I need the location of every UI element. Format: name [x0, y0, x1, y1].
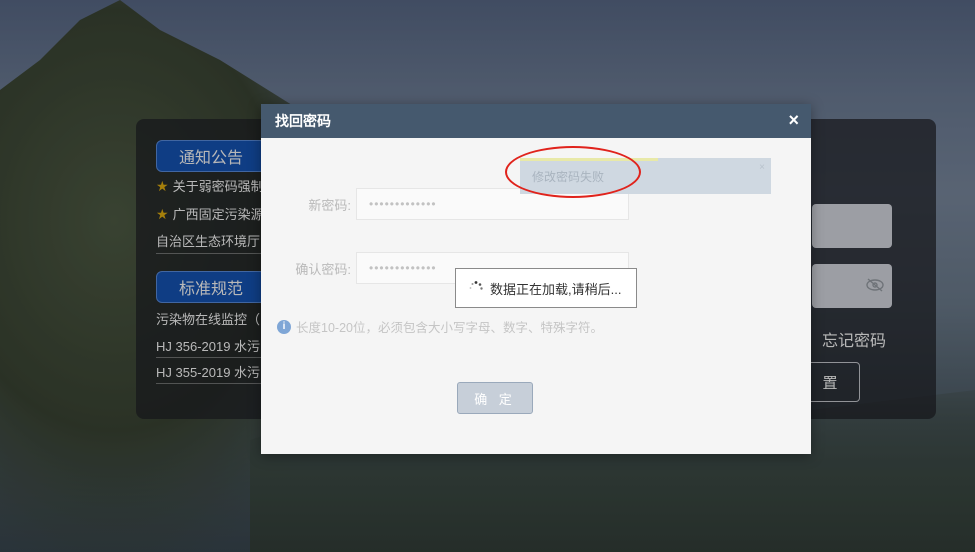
dialog-title: 找回密码 — [275, 113, 331, 129]
spinner-icon — [469, 281, 483, 290]
loading-message: 数据正在加载,请稍后... — [490, 281, 622, 297]
loading-indicator: 数据正在加载,请稍后... — [455, 268, 637, 308]
password-hint: i 长度10-20位，必须包含大小写字母、数字、特殊字符。 — [277, 317, 603, 336]
confirm-password-label: 确认密码: — [295, 262, 351, 277]
toast-close-icon[interactable]: × — [759, 162, 765, 173]
dialog-header: 找回密码 × — [261, 104, 811, 138]
close-icon[interactable]: × — [788, 110, 799, 131]
annotation-circle — [505, 146, 641, 198]
new-password-label: 新密码: — [308, 198, 351, 213]
confirm-button[interactable]: 确 定 — [457, 382, 533, 414]
info-icon: i — [277, 319, 291, 334]
